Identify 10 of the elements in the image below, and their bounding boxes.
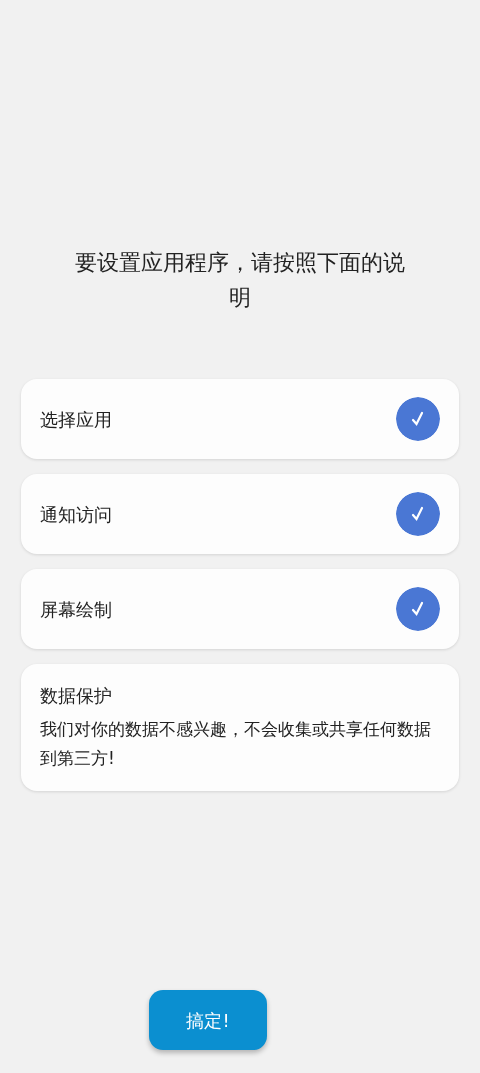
heading: 要设置应用程序，请按照下面的说明	[74, 249, 406, 312]
notice-text: 我们对你的数据不感兴趣，不会收集或共享任何数据到第三方!	[40, 718, 432, 770]
step-label: 屏幕绘制	[40, 597, 112, 622]
step-card[interactable]: 通知访问	[21, 474, 459, 554]
step-label: 选择应用	[40, 407, 112, 432]
step-card[interactable]: 选择应用	[21, 379, 459, 459]
notice-title: 数据保护	[40, 684, 113, 708]
done-button[interactable]: 搞定!	[149, 990, 267, 1050]
step-card[interactable]: 屏幕绘制	[21, 569, 459, 649]
step-label: 通知访问	[40, 502, 112, 527]
